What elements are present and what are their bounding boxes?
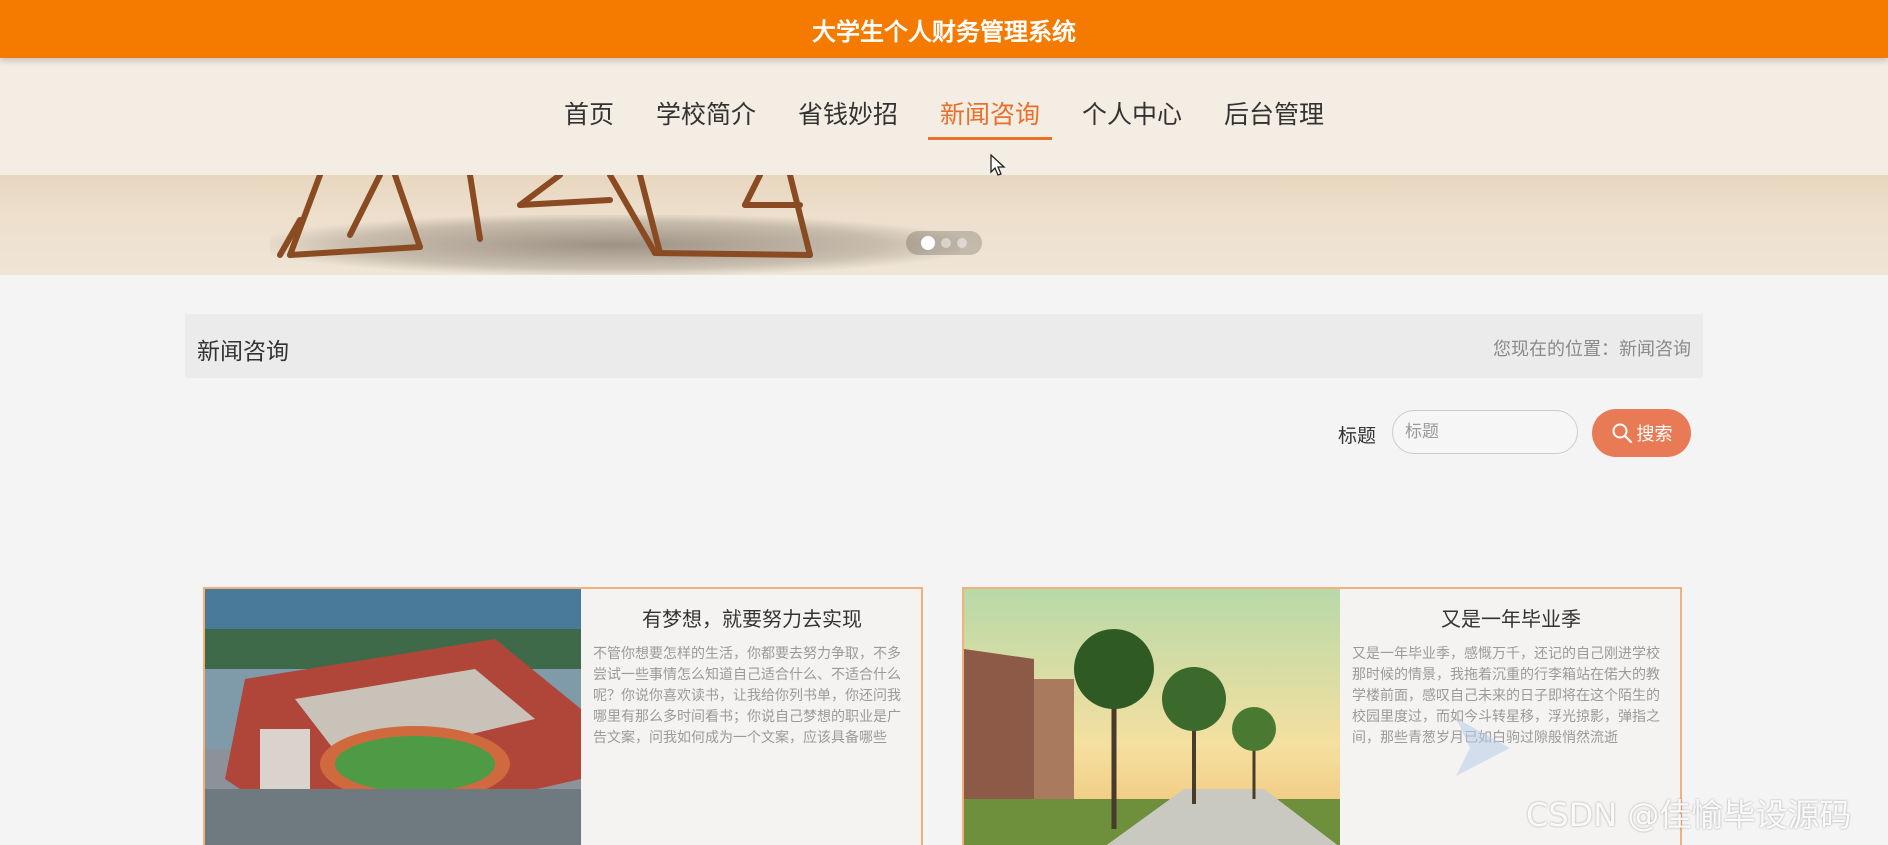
banner-carousel[interactable] — [0, 175, 1888, 275]
search-icon — [1612, 423, 1632, 444]
news-thumbnail-school-building — [205, 589, 581, 845]
nav-area: 首页 学校简介 省钱妙招 新闻咨询 个人中心 后台管理 — [0, 58, 1888, 175]
carousel-indicators — [906, 231, 982, 255]
nav-item-news[interactable]: 新闻咨询 — [928, 94, 1053, 140]
breadcrumb: 您现在的位置：新闻咨询 — [1493, 339, 1691, 360]
breadcrumb-bar: 新闻咨询 您现在的位置：新闻咨询 — [185, 314, 1703, 378]
nav-item-saving-tips[interactable]: 省钱妙招 — [786, 94, 910, 138]
banner-chairs-image — [277, 175, 813, 258]
play-overlay-icon — [1456, 718, 1510, 776]
app-header: 大学生个人财务管理系统 — [0, 0, 1888, 58]
app-title: 大学生个人财务管理系统 — [812, 17, 1076, 46]
nav-item-admin[interactable]: 后台管理 — [1212, 94, 1336, 138]
nav-item-school-intro[interactable]: 学校简介 — [644, 94, 768, 138]
page-title: 新闻咨询 — [197, 339, 289, 365]
news-card[interactable]: 有梦想，就要努力去实现 不管你想要怎样的生活，你都要去努力争取，不多尝试一些事情… — [203, 587, 923, 845]
news-title[interactable]: 又是一年毕业季 — [1352, 603, 1670, 632]
nav-item-home[interactable]: 首页 — [552, 94, 626, 138]
search-button[interactable]: 搜索 — [1592, 409, 1691, 457]
news-card-body: 有梦想，就要努力去实现 不管你想要怎样的生活，你都要去努力争取，不多尝试一些事情… — [581, 589, 921, 845]
carousel-dot[interactable] — [957, 238, 967, 248]
carousel-dot[interactable] — [921, 236, 935, 250]
carousel-dot[interactable] — [941, 238, 951, 248]
search-button-label: 搜索 — [1636, 424, 1673, 445]
mouse-cursor-icon — [990, 154, 1006, 176]
news-thumbnail-campus-trees — [964, 589, 1340, 845]
search-input[interactable] — [1392, 410, 1578, 454]
search-label: 标题 — [1338, 425, 1377, 447]
news-title[interactable]: 有梦想，就要努力去实现 — [593, 603, 911, 632]
news-excerpt: 不管你想要怎样的生活，你都要去努力争取，不多尝试一些事情怎么知道自己适合什么、不… — [593, 646, 901, 746]
watermark: CSDN @佳愉毕设源码 — [1526, 796, 1852, 834]
main-nav: 首页 学校简介 省钱妙招 新闻咨询 个人中心 后台管理 — [0, 94, 1888, 140]
nav-item-personal-center[interactable]: 个人中心 — [1070, 94, 1194, 138]
